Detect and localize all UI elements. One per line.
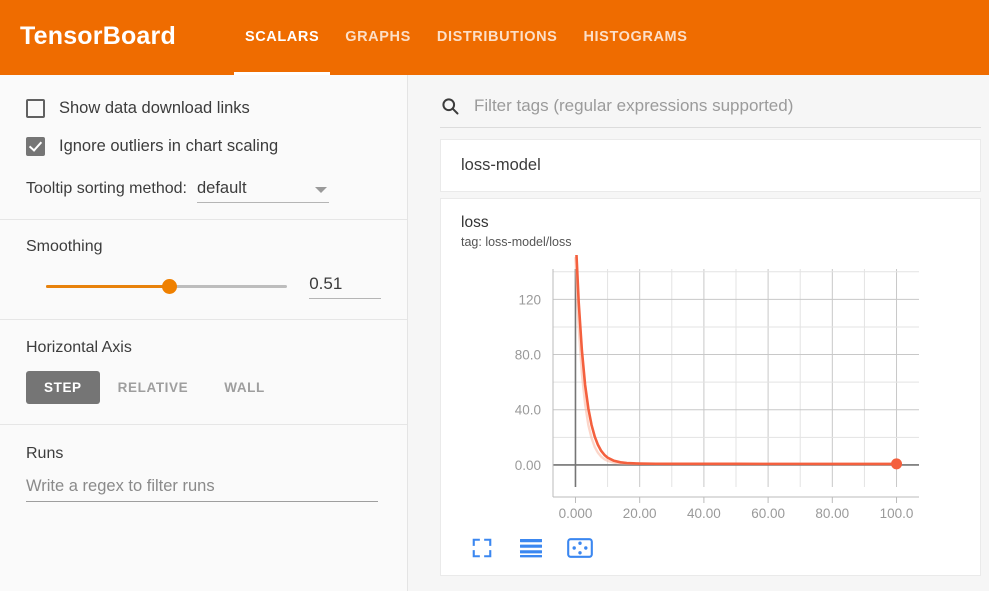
svg-text:0.00: 0.00: [515, 458, 541, 473]
smoothing-slider-thumb[interactable]: [161, 279, 177, 294]
settings-sidebar: Show data download links Ignore outliers…: [0, 75, 408, 591]
svg-text:60.00: 60.00: [751, 506, 785, 521]
tab-distributions[interactable]: DISTRIBUTIONS: [424, 26, 571, 75]
data-dots-icon[interactable]: [567, 537, 595, 563]
tab-graphs[interactable]: GRAPHS: [332, 26, 424, 75]
checkbox-label-show-data-download-links: Show data download links: [59, 98, 250, 117]
tag-filter-bar[interactable]: Filter tags (regular expressions support…: [440, 96, 981, 128]
checkbox-show-data-download-links[interactable]: [26, 98, 45, 118]
tab-scalars[interactable]: SCALARS: [232, 26, 332, 75]
nav-tabs: SCALARS GRAPHS DISTRIBUTIONS HISTOGRAMS: [232, 26, 701, 75]
checkbox-ignore-outliers[interactable]: [26, 136, 45, 156]
tooltip-sorting-select[interactable]: default: [196, 179, 329, 203]
expand-chart-icon[interactable]: [471, 537, 499, 563]
tensorboard-app: TensorBoard SCALARS GRAPHS DISTRIBUTIONS…: [0, 0, 989, 591]
runs-title: Runs: [26, 445, 64, 462]
chevron-down-icon: [314, 187, 327, 193]
horizontal-axis-options: STEP RELATIVE WALL: [26, 371, 381, 404]
svg-text:20.00: 20.00: [623, 506, 657, 521]
run-group-card[interactable]: loss-model: [440, 139, 981, 192]
svg-text:100.0: 100.0: [880, 506, 914, 521]
tab-histograms[interactable]: HISTOGRAMS: [570, 26, 700, 75]
chart-header: loss tag: loss-model/loss: [441, 213, 980, 249]
axis-option-wall[interactable]: WALL: [206, 371, 283, 404]
chart-plot-area[interactable]: 0.00 40.0 80.0 120 0.000 20.00 40.00 60.00 80.00…: [441, 255, 980, 535]
app-title: TensorBoard: [20, 22, 176, 50]
smoothing-slider[interactable]: [46, 279, 288, 294]
chart-title: loss: [461, 214, 489, 231]
axis-option-step[interactable]: STEP: [26, 371, 100, 404]
axis-option-relative[interactable]: RELATIVE: [100, 371, 207, 404]
loss-line-chart[interactable]: 0.00 40.0 80.0 120 0.000 20.00 40.00 60.00 80.00…: [441, 255, 981, 525]
tooltip-sorting-row: Tooltip sorting method: default: [26, 179, 381, 203]
svg-text:120: 120: [518, 292, 541, 307]
data-table-icon[interactable]: [519, 537, 547, 563]
smoothing-slider-fill: [46, 285, 169, 288]
chart-action-bar: [441, 535, 980, 575]
smoothing-value: 0.51: [309, 274, 343, 293]
horizontal-axis-title: Horizontal Axis: [26, 339, 132, 356]
search-icon: [440, 96, 460, 116]
tooltip-sorting-label: Tooltip sorting method:: [26, 180, 187, 197]
smoothing-title: Smoothing: [26, 238, 103, 255]
checkbox-label-ignore-outliers: Ignore outliers in chart scaling: [59, 136, 279, 155]
tag-filter-placeholder: Filter tags (regular expressions support…: [474, 96, 794, 115]
checkbox-row-show-data-download-links[interactable]: Show data download links: [26, 92, 381, 124]
svg-text:40.0: 40.0: [515, 403, 541, 418]
svg-text:0.000: 0.000: [559, 506, 593, 521]
main-content: Filter tags (regular expressions support…: [409, 75, 989, 591]
svg-text:80.0: 80.0: [515, 348, 541, 363]
smoothing-row: 0.51: [26, 274, 381, 299]
runs-filter-input[interactable]: Write a regex to filter runs: [26, 477, 378, 502]
svg-text:80.00: 80.00: [815, 506, 849, 521]
svg-text:40.00: 40.00: [687, 506, 721, 521]
run-group-title: loss-model: [461, 156, 541, 174]
tooltip-sorting-value: default: [196, 179, 247, 197]
smoothing-value-input[interactable]: 0.51: [309, 274, 381, 299]
top-navigation-bar: TensorBoard SCALARS GRAPHS DISTRIBUTIONS…: [0, 0, 989, 75]
scalar-chart-card: loss tag: loss-model/loss 0.00 40.0 80.0 12…: [440, 198, 981, 576]
checkbox-row-ignore-outliers[interactable]: Ignore outliers in chart scaling: [26, 130, 381, 162]
chart-tag: tag: loss-model/loss: [461, 235, 572, 249]
